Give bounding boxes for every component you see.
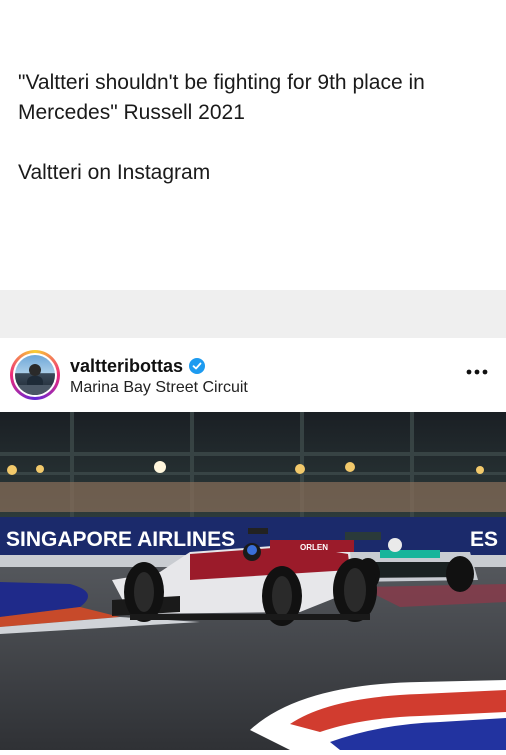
caption-source: Valtteri on Instagram — [18, 161, 211, 184]
caption-quote: "Valtteri shouldn't be fighting for 9th … — [18, 71, 425, 124]
verified-badge-icon — [189, 358, 206, 374]
post-location[interactable]: Marina Bay Street Circuit — [70, 379, 248, 397]
instagram-post-header: valtteribottas Marina Bay Street Circuit — [0, 338, 506, 412]
avatar[interactable] — [10, 350, 60, 400]
banner-text: SINGAPORE AIRLINES — [6, 528, 235, 551]
post-photo[interactable]: SINGAPORE AIRLINES ES ORLEN — [0, 412, 506, 750]
username[interactable]: valtteribottas — [70, 356, 183, 377]
more-horizontal-icon[interactable] — [464, 362, 490, 382]
race-photo-illustration: SINGAPORE AIRLINES ES ORLEN — [0, 412, 506, 750]
post-caption: "Valtteri shouldn't be fighting for 9th … — [18, 68, 488, 188]
section-divider — [0, 290, 506, 338]
banner-text-right: ES — [470, 528, 498, 551]
car-sponsor-text: ORLEN — [300, 543, 328, 552]
